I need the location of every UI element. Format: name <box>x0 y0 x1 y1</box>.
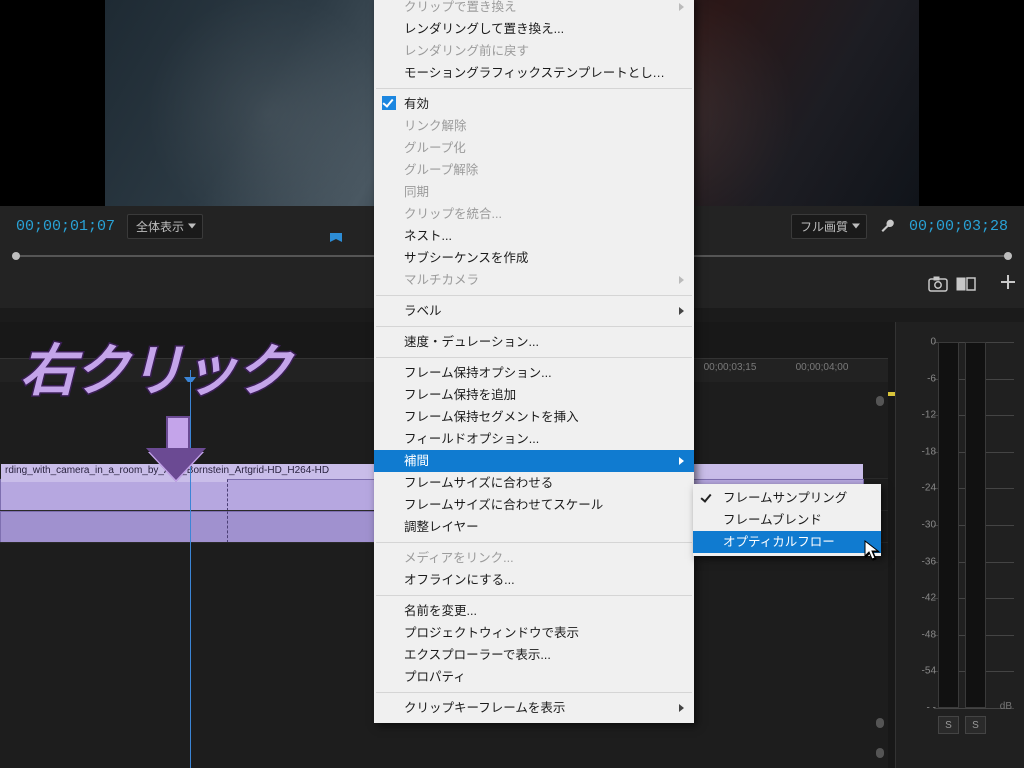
chevron-right-icon <box>679 457 684 465</box>
meter-channel-r <box>965 342 986 708</box>
menu-item[interactable]: レンダリングして置き換え... <box>374 18 694 40</box>
submenu-item[interactable]: フレームブレンド <box>693 509 881 531</box>
menu-item[interactable]: フィールドオプション... <box>374 428 694 450</box>
source-zoom-dropdown[interactable]: 全体表示 <box>127 214 203 239</box>
meter-grad-label: -54 <box>908 666 936 677</box>
meter-grad-label: -30 <box>908 520 936 531</box>
menu-item[interactable]: プロパティ <box>374 666 694 688</box>
menu-item: 同期 <box>374 181 694 203</box>
audio-meter: 0 -6 -12 -18 -24 -30 -36 -42 -48 -54 - - dB S S <box>895 322 1024 768</box>
menu-item: メディアをリンク... <box>374 547 694 569</box>
solo-right-button[interactable]: S <box>965 716 986 734</box>
menu-item[interactable]: ネスト... <box>374 225 694 247</box>
in-point-flag-icon <box>328 231 344 250</box>
meter-grad-label: -42 <box>908 593 936 604</box>
meter-grad-label: -6 <box>908 373 936 384</box>
menu-item[interactable]: エクスプローラーで表示... <box>374 644 694 666</box>
menu-item: グループ化 <box>374 137 694 159</box>
menu-item[interactable]: 有効 <box>374 93 694 115</box>
source-timecode[interactable]: 00;00;01;07 <box>16 218 115 235</box>
menu-item: マルチカメラ <box>374 269 694 291</box>
wrench-icon[interactable] <box>879 217 897 235</box>
menu-item[interactable]: クリップキーフレームを表示 <box>374 697 694 719</box>
program-quality-dropdown[interactable]: フル画質 <box>791 214 867 239</box>
solo-left-button[interactable]: S <box>938 716 959 734</box>
menu-item: クリップで置き換え <box>374 0 694 18</box>
annotation-label: 右クリック <box>20 326 290 407</box>
menu-item: クリップを統合... <box>374 203 694 225</box>
mouse-cursor-icon <box>864 540 880 562</box>
meter-grad-label: -36 <box>908 556 936 567</box>
check-icon <box>382 96 396 110</box>
chevron-right-icon <box>679 276 684 284</box>
meter-grad-label: -24 <box>908 483 936 494</box>
ruler-tick: 00;00;03;15 <box>704 362 757 373</box>
menu-item[interactable]: フレーム保持セグメントを挿入 <box>374 406 694 428</box>
menu-item[interactable]: フレームサイズに合わせてスケール <box>374 494 694 516</box>
menu-item[interactable]: プロジェクトウィンドウで表示 <box>374 622 694 644</box>
meter-grad-label: 0 <box>908 337 936 348</box>
meter-grad-label: -12 <box>908 410 936 421</box>
export-frame-icon[interactable] <box>928 276 952 298</box>
menu-item: リンク解除 <box>374 115 694 137</box>
time-interpolation-submenu[interactable]: フレームサンプリングフレームブレンドオプティカルフロー <box>693 484 881 556</box>
check-icon <box>702 492 712 502</box>
menu-item[interactable]: フレーム保持を追加 <box>374 384 694 406</box>
menu-item: レンダリング前に戻す <box>374 40 694 62</box>
menu-item[interactable]: 補間 <box>374 450 694 472</box>
meter-unit: dB <box>1000 701 1012 712</box>
chevron-right-icon <box>679 307 684 315</box>
chevron-right-icon <box>679 704 684 712</box>
menu-item[interactable]: フレームサイズに合わせる <box>374 472 694 494</box>
menu-item[interactable]: フレーム保持オプション... <box>374 362 694 384</box>
menu-item[interactable]: 速度・デュレーション... <box>374 331 694 353</box>
menu-item[interactable]: ラベル <box>374 300 694 322</box>
ruler-tick: 00;00;04;00 <box>796 362 849 373</box>
clip-context-menu[interactable]: クリップで置き換えレンダリングして置き換え...レンダリング前に戻すモーショング… <box>374 0 694 723</box>
submenu-item[interactable]: オプティカルフロー <box>693 531 881 553</box>
menu-item[interactable]: 調整レイヤー <box>374 516 694 538</box>
meter-grad-label: -18 <box>908 446 936 457</box>
program-timecode[interactable]: 00;00;03;28 <box>909 218 1008 235</box>
submenu-item[interactable]: フレームサンプリング <box>693 487 881 509</box>
menu-item: グループ解除 <box>374 159 694 181</box>
meter-grad-label: -48 <box>908 629 936 640</box>
chevron-right-icon <box>679 3 684 11</box>
button-editor-icon[interactable] <box>998 272 1018 292</box>
annotation-arrow-icon <box>148 416 204 486</box>
meter-grad-label: - - <box>908 703 936 714</box>
menu-item[interactable]: オフラインにする... <box>374 569 694 591</box>
menu-item[interactable]: モーショングラフィックステンプレートとして書き出し... <box>374 62 694 84</box>
menu-item[interactable]: サブシーケンスを作成 <box>374 247 694 269</box>
meter-channel-l <box>938 342 959 708</box>
comparison-view-icon[interactable] <box>956 276 980 298</box>
tracks-scrollbar[interactable] <box>876 396 884 758</box>
menu-item[interactable]: 名前を変更... <box>374 600 694 622</box>
